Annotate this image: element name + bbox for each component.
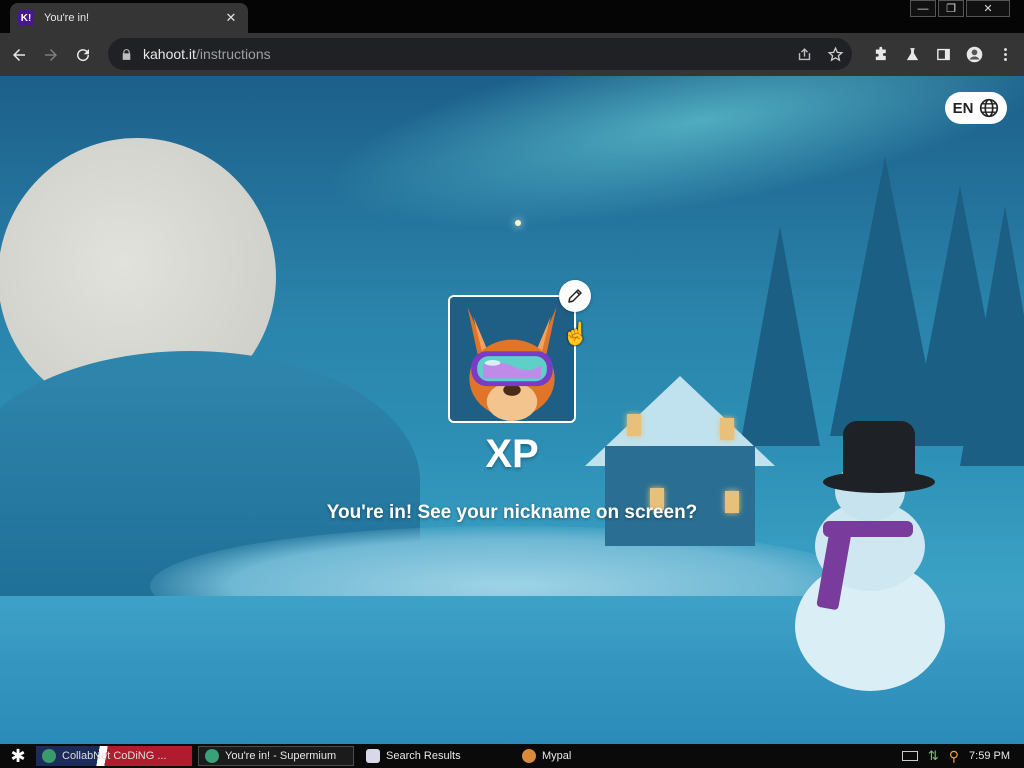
tab-title: You're in! [44, 12, 90, 24]
taskbar-item-active[interactable]: You're in! - Supermium [198, 746, 354, 766]
os-taskbar: ✱ CollabNet CoDiNG ... You're in! - Supe… [0, 744, 1024, 768]
browser-app-icon [205, 749, 219, 763]
player-nickname: XP [485, 432, 539, 476]
search-icon[interactable]: ⚲ [949, 748, 959, 765]
tab-strip: K! You're in! ✕ — ❐ ✕ [0, 0, 1024, 33]
star-decoration [515, 220, 521, 226]
window-controls: — ❐ ✕ [910, 0, 1010, 17]
mypal-app-icon [522, 749, 536, 763]
avatar-image [450, 297, 574, 421]
restore-button[interactable]: ❐ [938, 0, 964, 17]
minimize-button[interactable]: — [910, 0, 936, 17]
extensions-icon[interactable] [873, 46, 890, 63]
app-icon [42, 749, 56, 763]
toolbar-right [873, 33, 1014, 76]
taskbar-item-label: CollabNet CoDiNG ... [62, 750, 167, 762]
language-selector-button[interactable]: EN [945, 92, 1007, 124]
cabin-window [720, 418, 734, 440]
share-icon[interactable] [796, 46, 813, 63]
url-host: kahoot.it [143, 46, 196, 62]
edit-avatar-button[interactable] [559, 280, 591, 312]
browser-toolbar: kahoot.it/instructions [0, 33, 1024, 76]
player-avatar[interactable] [448, 295, 576, 423]
language-label: EN [952, 99, 974, 117]
start-button[interactable]: ✱ [0, 744, 36, 768]
pencil-icon [568, 289, 582, 303]
taskbar-item-label: You're in! - Supermium [225, 750, 337, 762]
snowman-hat-brim [823, 471, 935, 493]
globe-icon [980, 98, 999, 118]
profile-icon[interactable] [966, 46, 983, 63]
reload-icon [77, 48, 90, 61]
menu-icon[interactable] [997, 46, 1014, 63]
keyboard-icon[interactable] [901, 751, 918, 761]
lock-icon [122, 48, 131, 60]
back-button[interactable] [6, 42, 32, 68]
sidepanel-icon[interactable] [935, 46, 952, 63]
taskbar-item[interactable]: Search Results [360, 746, 510, 766]
forward-button[interactable] [38, 42, 64, 68]
search-results-icon [366, 749, 380, 763]
url-path: /instructions [195, 46, 271, 62]
omnibox-actions [796, 38, 844, 70]
url-text: kahoot.it/instructions [143, 46, 271, 62]
taskbar-item-label: Search Results [386, 750, 461, 762]
clock[interactable]: 7:59 PM [969, 750, 1010, 762]
tab-active[interactable]: K! You're in! ✕ [10, 3, 248, 33]
back-icon [13, 48, 25, 61]
hand-cursor-icon: ☝ [562, 321, 590, 346]
system-tray: ⇅ ⚲ 7:59 PM [901, 744, 1024, 768]
taskbar-item-label: Mypal [542, 750, 572, 762]
network-icon[interactable]: ⇅ [928, 748, 939, 764]
tree-illustration [960, 206, 1024, 466]
address-bar[interactable]: kahoot.it/instructions [108, 38, 852, 70]
close-tab-icon[interactable]: ✕ [222, 10, 240, 26]
labs-icon[interactable] [904, 46, 921, 63]
star-icon[interactable] [827, 46, 844, 63]
page-viewport: EN ☝ XP You're in! See your nickname on … [0, 76, 1024, 744]
kahoot-favicon-icon: K! [18, 10, 34, 26]
close-window-button[interactable]: ✕ [966, 0, 1010, 17]
status-message: You're in! See your nickname on screen? [326, 502, 698, 523]
snowman-illustration [795, 421, 945, 691]
taskbar-item[interactable]: Mypal [516, 746, 666, 766]
reload-button[interactable] [70, 42, 96, 68]
forward-icon [45, 48, 57, 61]
cabin-window [627, 414, 641, 436]
taskbar-item[interactable]: CollabNet CoDiNG ... [36, 746, 192, 766]
